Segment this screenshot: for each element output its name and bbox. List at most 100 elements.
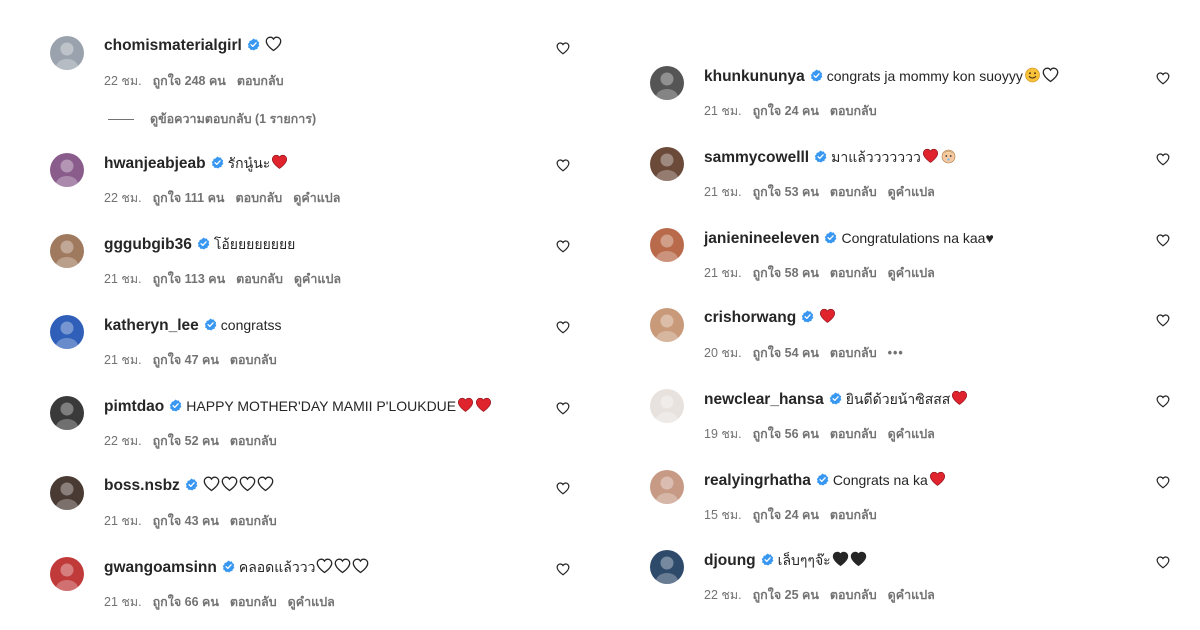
username-link[interactable]: janienineeleven: [704, 230, 819, 247]
avatar[interactable]: [650, 66, 684, 100]
reply-button[interactable]: ตอบกลับ: [230, 434, 277, 448]
see-translation-button[interactable]: ดูคำแปล: [888, 427, 935, 441]
like-heart-icon[interactable]: [556, 402, 570, 415]
like-heart-icon[interactable]: [1156, 153, 1170, 166]
comment-item: gggubgib36 โอ้ยยยยยยยย 21 ชม. ถูกใจ 113 คน ต…: [50, 234, 570, 294]
username-link[interactable]: boss.nsbz: [104, 477, 180, 494]
likes-count[interactable]: ถูกใจ 24 คน: [753, 104, 819, 118]
timestamp[interactable]: 20 ชม.: [704, 346, 742, 360]
see-translation-button[interactable]: ดูคำแปล: [888, 588, 935, 602]
like-heart-icon[interactable]: [1156, 556, 1170, 569]
reply-button[interactable]: ตอบกลับ: [235, 191, 282, 205]
likes-count[interactable]: ถูกใจ 24 คน: [753, 508, 819, 522]
reply-button[interactable]: ตอบกลับ: [236, 272, 283, 286]
reply-button[interactable]: ตอบกลับ: [830, 104, 877, 118]
avatar[interactable]: [650, 389, 684, 423]
reply-button[interactable]: ตอบกลับ: [230, 595, 277, 609]
timestamp[interactable]: 21 ชม.: [704, 185, 742, 199]
timestamp[interactable]: 22 ชม.: [104, 191, 142, 205]
like-heart-icon[interactable]: [556, 563, 570, 576]
reply-button[interactable]: ตอบกลับ: [237, 74, 284, 88]
username-link[interactable]: hwanjeabjeab: [104, 155, 206, 172]
avatar[interactable]: [50, 476, 84, 510]
view-replies-button[interactable]: ดูข้อความตอบกลับ (1 รายการ): [108, 109, 316, 129]
timestamp[interactable]: 21 ชม.: [704, 104, 742, 118]
avatar[interactable]: [650, 228, 684, 262]
username-link[interactable]: djoung: [704, 552, 756, 569]
reply-button[interactable]: ตอบกลับ: [230, 353, 277, 367]
avatar[interactable]: [650, 470, 684, 504]
avatar[interactable]: [650, 308, 684, 342]
timestamp[interactable]: 22 ชม.: [104, 434, 142, 448]
white-heart-emoji-icon: [203, 476, 220, 492]
likes-count[interactable]: ถูกใจ 25 คน: [753, 588, 819, 602]
reply-button[interactable]: ตอบกลับ: [830, 588, 877, 602]
like-heart-icon[interactable]: [556, 240, 570, 253]
avatar[interactable]: [50, 36, 84, 70]
timestamp[interactable]: 19 ชม.: [704, 427, 742, 441]
more-options-button[interactable]: •••: [888, 346, 904, 360]
username-link[interactable]: katheryn_lee: [104, 317, 199, 334]
username-link[interactable]: chomismaterialgirl: [104, 37, 242, 54]
username-link[interactable]: realyingrhatha: [704, 472, 811, 489]
username-link[interactable]: pimtdao: [104, 398, 164, 415]
avatar[interactable]: [50, 557, 84, 591]
likes-count[interactable]: ถูกใจ 53 คน: [753, 185, 819, 199]
reply-button[interactable]: ตอบกลับ: [830, 346, 877, 360]
likes-count[interactable]: ถูกใจ 56 คน: [753, 427, 819, 441]
like-heart-icon[interactable]: [1156, 476, 1170, 489]
like-heart-icon[interactable]: [1156, 314, 1170, 327]
timestamp[interactable]: 21 ชม.: [104, 353, 142, 367]
like-heart-icon[interactable]: [1156, 395, 1170, 408]
comment-item: gwangoamsinn คลอดแล้ววว 21 ชม. ถูกใจ 66 คน ต…: [50, 557, 570, 617]
timestamp[interactable]: 21 ชม.: [704, 266, 742, 280]
avatar[interactable]: [650, 147, 684, 181]
username-link[interactable]: newclear_hansa: [704, 391, 824, 408]
likes-count[interactable]: ถูกใจ 52 คน: [153, 434, 219, 448]
timestamp[interactable]: 21 ชม.: [104, 272, 142, 286]
likes-count[interactable]: ถูกใจ 248 คน: [153, 74, 226, 88]
username-link[interactable]: gggubgib36: [104, 236, 192, 253]
see-translation-button[interactable]: ดูคำแปล: [294, 272, 341, 286]
comment-text: โอ้ยยยยยยยย: [213, 236, 296, 252]
likes-count[interactable]: ถูกใจ 54 คน: [753, 346, 819, 360]
likes-count[interactable]: ถูกใจ 47 คน: [153, 353, 219, 367]
timestamp[interactable]: 15 ชม.: [704, 508, 742, 522]
like-heart-icon[interactable]: [556, 42, 570, 55]
avatar[interactable]: [50, 234, 84, 268]
username-link[interactable]: sammycowelll: [704, 149, 809, 166]
like-heart-icon[interactable]: [1156, 234, 1170, 247]
like-heart-icon[interactable]: [556, 321, 570, 334]
reply-button[interactable]: ตอบกลับ: [830, 427, 877, 441]
comment-meta: 22 ชม. ถูกใจ 248 คน ตอบกลับ: [104, 71, 295, 91]
comment-item: boss.nsbz 21 ชม. ถูกใจ 43 คน ตอบกลับ: [50, 476, 570, 536]
see-translation-button[interactable]: ดูคำแปล: [288, 595, 335, 609]
avatar[interactable]: [50, 153, 84, 187]
like-heart-icon[interactable]: [1156, 72, 1170, 85]
timestamp[interactable]: 21 ชม.: [104, 514, 142, 528]
see-translation-button[interactable]: ดูคำแปล: [293, 191, 340, 205]
see-translation-button[interactable]: ดูคำแปล: [888, 266, 935, 280]
username-link[interactable]: crishorwang: [704, 309, 796, 326]
timestamp[interactable]: 22 ชม.: [704, 588, 742, 602]
see-translation-button[interactable]: ดูคำแปล: [888, 185, 935, 199]
timestamp[interactable]: 21 ชม.: [104, 595, 142, 609]
likes-count[interactable]: ถูกใจ 111 คน: [153, 191, 225, 205]
avatar[interactable]: [650, 550, 684, 584]
comment-line: katheryn_lee congratss: [104, 315, 281, 335]
reply-button[interactable]: ตอบกลับ: [830, 185, 877, 199]
likes-count[interactable]: ถูกใจ 58 คน: [753, 266, 819, 280]
username-link[interactable]: gwangoamsinn: [104, 559, 217, 576]
avatar[interactable]: [50, 396, 84, 430]
likes-count[interactable]: ถูกใจ 113 คน: [153, 272, 226, 286]
like-heart-icon[interactable]: [556, 159, 570, 172]
like-heart-icon[interactable]: [556, 482, 570, 495]
likes-count[interactable]: ถูกใจ 66 คน: [153, 595, 219, 609]
reply-button[interactable]: ตอบกลับ: [230, 514, 277, 528]
likes-count[interactable]: ถูกใจ 43 คน: [153, 514, 219, 528]
timestamp[interactable]: 22 ชม.: [104, 74, 142, 88]
username-link[interactable]: khunkununya: [704, 68, 805, 85]
reply-button[interactable]: ตอบกลับ: [830, 266, 877, 280]
avatar[interactable]: [50, 315, 84, 349]
reply-button[interactable]: ตอบกลับ: [830, 508, 877, 522]
